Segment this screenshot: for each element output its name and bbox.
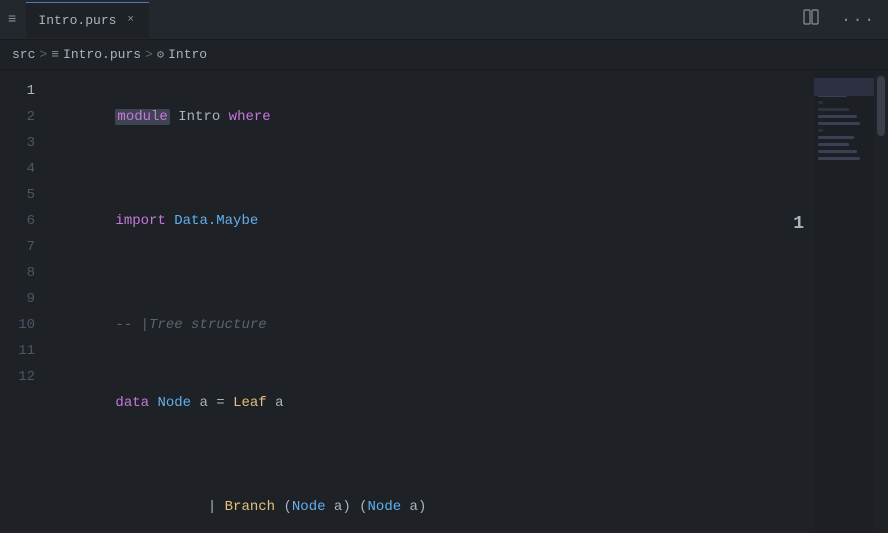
line-number-4: 4: [0, 156, 45, 182]
minimap-line-9: [818, 136, 854, 139]
code-text: [170, 109, 178, 125]
line-number-12: 12: [0, 364, 45, 390]
code-line-3: import Data.Maybe: [55, 182, 814, 260]
title-bar-actions: ···: [799, 5, 880, 34]
keyword-import: import: [115, 213, 165, 229]
code-text: [225, 395, 233, 411]
breadcrumb-src[interactable]: src: [12, 47, 35, 62]
var-a-1: a: [199, 395, 207, 411]
module-name-intro: Intro: [178, 109, 220, 125]
breadcrumb-bar: src > ≡ Intro.purs > ⚙ Intro: [0, 40, 888, 70]
paren-close-1: ): [342, 499, 350, 515]
type-node-branch-1: Node: [292, 499, 326, 515]
line-number-1: 1: [0, 78, 45, 104]
breadcrumb-module-icon: ⚙: [157, 47, 164, 62]
minimap-line-6: [818, 115, 857, 118]
breadcrumb-file[interactable]: Intro.purs: [63, 47, 141, 62]
minimap-line-8: [818, 129, 823, 132]
code-line-6: data Node a = Leaf a 1: [55, 364, 814, 468]
line-number-11: 11: [0, 338, 45, 364]
pipe-sign: |: [208, 499, 225, 515]
line-number-5: 5: [0, 182, 45, 208]
code-text: [267, 395, 275, 411]
line-numbers: 1 2 3 4 5 6 7 8 9 10 11 12: [0, 70, 55, 533]
minimap-line-12: [818, 157, 860, 160]
minimap-line-11: [818, 150, 857, 153]
minimap-line-4: [818, 101, 823, 104]
line-number-8: 8: [0, 260, 45, 286]
type-node: Node: [157, 395, 191, 411]
line-number-9: 9: [0, 286, 45, 312]
breadcrumb-chevron-2: >: [145, 47, 153, 62]
ctor-branch: Branch: [225, 499, 275, 515]
line-badge-1: 1: [793, 211, 804, 237]
ctor-leaf: Leaf: [233, 395, 267, 411]
code-indent: [115, 499, 207, 515]
code-line-7: | Branch (Node a) (Node a): [55, 468, 814, 533]
breadcrumb-chevron-1: >: [39, 47, 47, 62]
split-editor-icon[interactable]: [799, 5, 823, 34]
scrollbar-thumb[interactable]: [877, 76, 885, 136]
keyword-module: module: [115, 109, 169, 125]
code-text: [401, 499, 409, 515]
more-actions-icon[interactable]: ···: [837, 7, 880, 33]
title-bar: ≡ Intro.purs × ···: [0, 0, 888, 40]
hamburger-icon[interactable]: ≡: [8, 12, 16, 28]
breadcrumb-file-icon: ≡: [51, 47, 59, 62]
code-line-4: [55, 260, 814, 286]
var-a-leaf: a: [275, 395, 283, 411]
line-number-7: 7: [0, 234, 45, 260]
comment-tree: -- |Tree structure: [115, 317, 266, 333]
line-number-10: 10: [0, 312, 45, 338]
equals-sign: =: [216, 395, 224, 411]
code-line-1: module Intro where: [55, 78, 814, 156]
minimap-line-7: [818, 122, 860, 125]
code-area[interactable]: module Intro where import Data.Maybe -- …: [55, 70, 814, 533]
type-node-branch-2: Node: [368, 499, 402, 515]
tab-close-button[interactable]: ×: [124, 13, 137, 27]
line-number-2: 2: [0, 104, 45, 130]
minimap: [814, 70, 874, 533]
keyword-where: where: [229, 109, 271, 125]
editor-area[interactable]: 1 2 3 4 5 6 7 8 9 10 11 12 module Intro …: [0, 70, 888, 533]
line-number-3: 3: [0, 130, 45, 156]
code-text: [326, 499, 334, 515]
tab-filename: Intro.purs: [38, 13, 116, 28]
code-text: [351, 499, 359, 515]
code-text: [208, 395, 216, 411]
code-text: [166, 213, 174, 229]
import-data-maybe: Data.Maybe: [174, 213, 258, 229]
paren-open-2: (: [359, 499, 367, 515]
minimap-line-10: [818, 143, 849, 146]
var-a-branch-2: a: [410, 499, 418, 515]
line-number-6: 6: [0, 208, 45, 234]
paren-open-1: (: [283, 499, 291, 515]
breadcrumb-module[interactable]: Intro: [168, 47, 207, 62]
scrollbar-track[interactable]: [874, 70, 888, 533]
code-line-5: -- |Tree structure: [55, 286, 814, 364]
minimap-line-5: [818, 108, 849, 111]
paren-close-2: ): [418, 499, 426, 515]
minimap-highlight: [814, 78, 874, 96]
code-line-2: [55, 156, 814, 182]
code-text: [220, 109, 228, 125]
keyword-data: data: [115, 395, 149, 411]
active-tab[interactable]: Intro.purs ×: [26, 2, 149, 38]
